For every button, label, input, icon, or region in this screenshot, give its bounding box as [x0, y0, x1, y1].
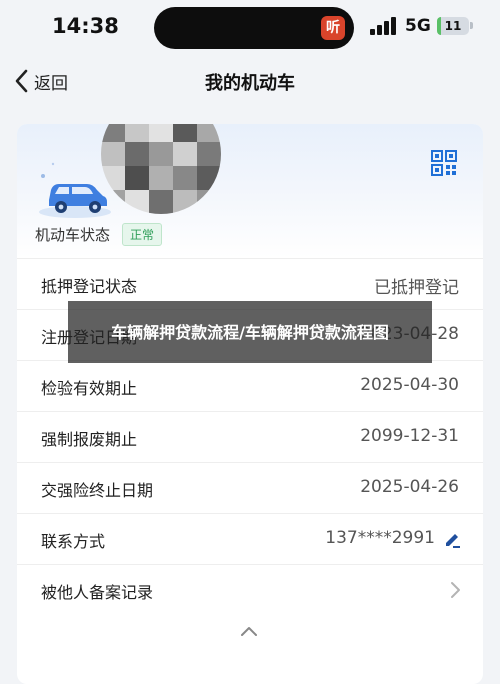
network-type: 5G [405, 16, 431, 36]
edit-icon[interactable] [443, 530, 461, 548]
detail-row-scrap-deadline: 强制报废期止 2099-12-31 [17, 411, 483, 463]
vehicle-card: 机动车状态 正常 抵押登记状态 已抵押登记 注册登记日期 2023-04-28 … [17, 124, 483, 684]
detail-row-contact[interactable]: 联系方式 137****2991 [17, 513, 483, 565]
detail-row-insurance-end: 交强险终止日期 2025-04-26 [17, 462, 483, 514]
qr-code-icon[interactable] [431, 150, 457, 176]
detail-value: 已抵押登记 [374, 278, 459, 298]
avatar [101, 124, 221, 214]
status-badge: 正常 [122, 222, 163, 246]
detail-label: 被他人备案记录 [41, 583, 154, 602]
battery-cap [470, 22, 473, 29]
detail-value: 2025-04-26 [360, 477, 459, 497]
detail-value: 2099-12-31 [360, 426, 459, 446]
watermark-overlay: 车辆解押贷款流程/车辆解押贷款流程图 [68, 301, 432, 363]
chevron-up-icon[interactable] [240, 625, 258, 637]
battery-percent: 11 [444, 19, 462, 33]
detail-row-inspection-expiry: 检验有效期止 2025-04-30 [17, 360, 483, 412]
detail-label: 交强险终止日期 [41, 481, 154, 500]
detail-label: 检验有效期止 [41, 379, 138, 398]
app-indicator-icon: 听 [321, 16, 345, 40]
page-title: 我的机动车 [205, 73, 295, 94]
signal-icon [370, 17, 398, 35]
status-time: 14:38 [52, 14, 119, 38]
detail-row-filing-records[interactable]: 被他人备案记录 [17, 564, 483, 616]
vehicle-status-row: 机动车状态 正常 [35, 219, 163, 249]
detail-value: 137****2991 [325, 528, 435, 548]
detail-label: 抵押登记状态 [41, 277, 138, 296]
detail-label: 联系方式 [41, 532, 106, 551]
navigation-bar: 返回 我的机动车 [0, 56, 500, 106]
battery-icon: 11 [437, 17, 469, 35]
chevron-right-icon [451, 582, 460, 598]
status-bar: 14:38 听 5G 11 [0, 0, 500, 56]
card-header: 机动车状态 正常 [17, 124, 483, 258]
detail-value: 2025-04-30 [360, 375, 459, 395]
detail-label: 强制报废期止 [41, 430, 138, 449]
watermark-text: 车辆解押贷款流程/车辆解押贷款流程图 [111, 322, 389, 342]
vehicle-status-label: 机动车状态 [35, 225, 111, 244]
